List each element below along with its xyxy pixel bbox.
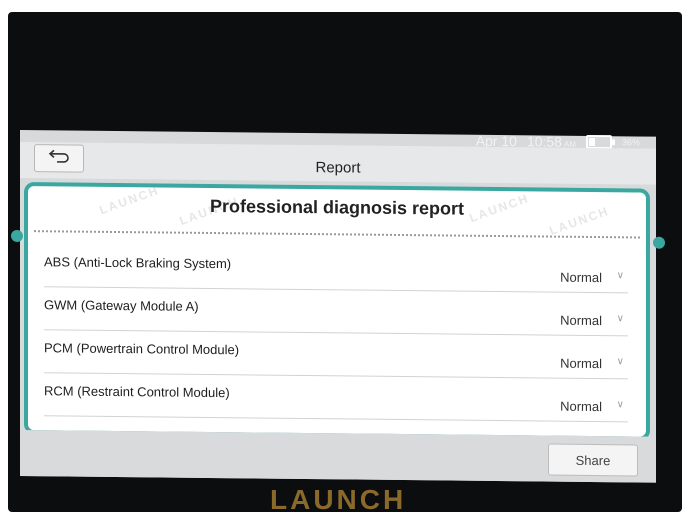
chevron-down-icon: ∨ [616,313,624,325]
chevron-down-icon: ∨ [616,270,624,282]
panel-notch-left [11,229,23,243]
battery-fill [588,137,595,147]
system-status: Normal [560,398,602,415]
list-item[interactable]: ABS (Anti-Lock Braking System) Normal ∨ [44,244,628,294]
system-status: Normal [560,312,602,329]
system-name: PCM (Powertrain Control Module) [44,340,240,358]
title-bar: Report [20,142,656,185]
report-panel: LAUNCH LAUNCH LAUNCH LAUNCH Professional… [24,182,650,441]
bottom-bar: Share [20,430,656,483]
report-heading: Professional diagnosis report [209,195,465,219]
list-item[interactable]: GWM (Gateway Module A) Normal ∨ [44,287,628,337]
system-list: ABS (Anti-Lock Braking System) Normal ∨ … [44,244,628,423]
device-brand-logo: LAUNCH [270,484,407,512]
panel-notch-right [653,236,665,249]
battery-percent: 36% [621,137,640,148]
chevron-down-icon: ∨ [616,356,624,368]
system-name: RCM (Restraint Control Module) [44,383,230,401]
system-name: GWM (Gateway Module A) [44,297,199,314]
chevron-down-icon: ∨ [616,399,624,411]
system-status: Normal [560,269,602,286]
device-frame: Apr 10 10:58AM 36% Report LAUNCH LAUNCH [8,12,682,512]
list-item[interactable]: RCM (Restraint Control Module) Normal ∨ [44,373,628,423]
share-button[interactable]: Share [548,443,638,477]
screen: Apr 10 10:58AM 36% Report LAUNCH LAUNCH [11,130,665,483]
list-item[interactable]: PCM (Powertrain Control Module) Normal ∨ [44,330,628,380]
system-status: Normal [560,355,602,372]
system-name: ABS (Anti-Lock Braking System) [44,254,232,272]
page-title: Report [315,159,361,177]
